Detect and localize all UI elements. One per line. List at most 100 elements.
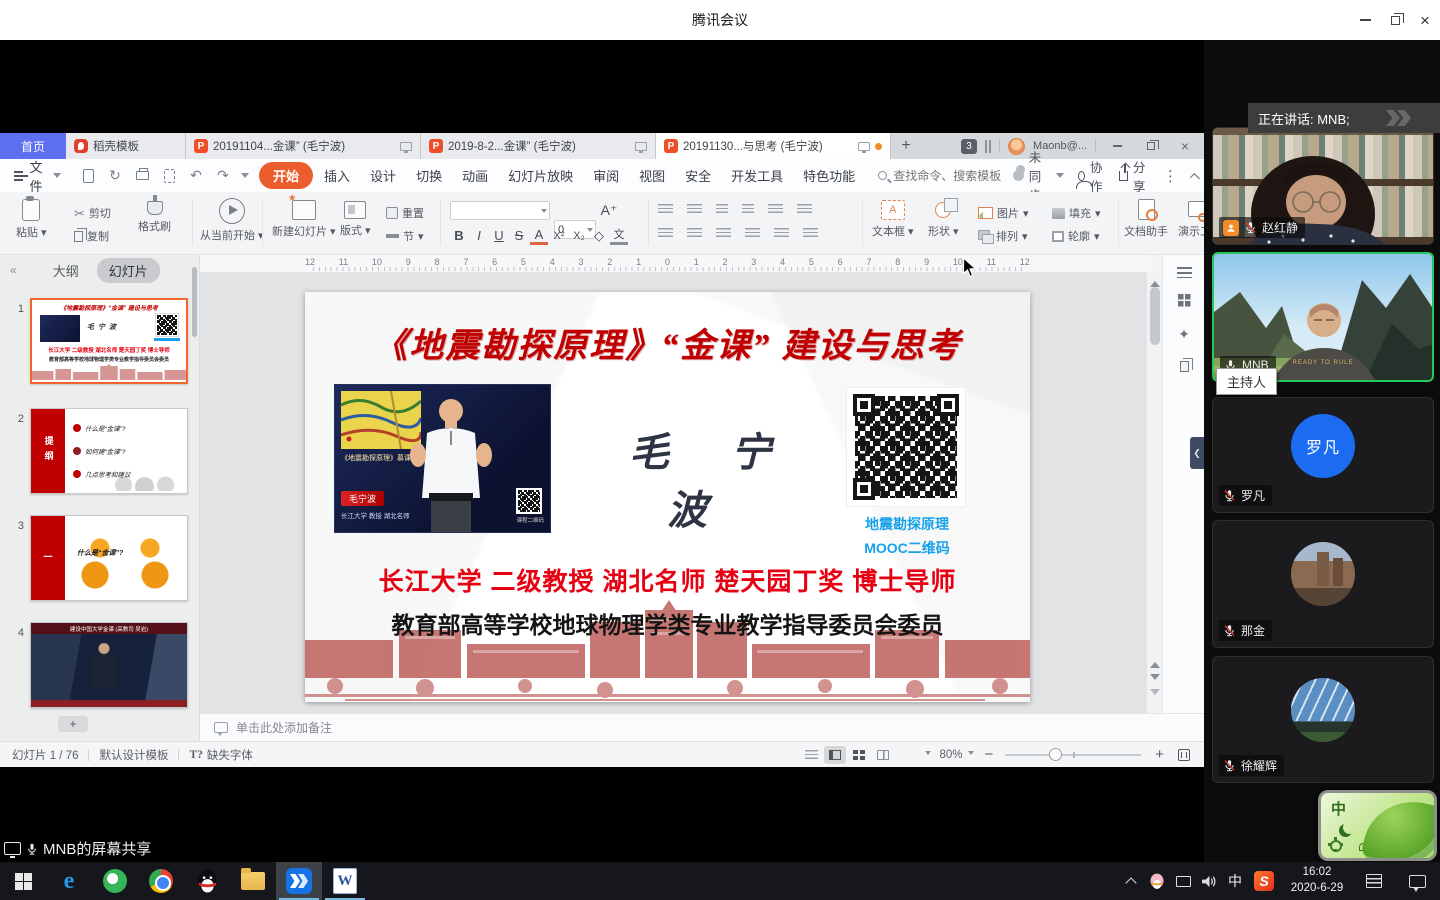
horizontal-ruler[interactable]: 1211109876543210123456789101112	[200, 255, 1146, 273]
tray-volume[interactable]	[1196, 862, 1222, 900]
more-options-button[interactable]: ⋮	[1163, 167, 1178, 185]
taskbar-tencent-meeting-active[interactable]	[276, 862, 322, 900]
notes-toggle-button[interactable]	[800, 746, 822, 764]
video-tile-najin[interactable]: 那金	[1212, 520, 1434, 648]
clipboard-pane-icon[interactable]	[1175, 357, 1193, 375]
taskbar-clock[interactable]: 16:02 2020-6-29	[1280, 865, 1354, 896]
tray-expand-button[interactable]	[1118, 862, 1144, 900]
restore-button[interactable]	[1380, 0, 1410, 40]
zoom-out-button[interactable]: −	[984, 746, 993, 763]
font-name-combo[interactable]	[450, 201, 550, 220]
taskbar-word-open[interactable]: W	[322, 862, 368, 900]
zoom-value[interactable]: 80%	[939, 749, 962, 761]
fit-screen-button[interactable]	[1178, 749, 1190, 761]
text-direction-icon[interactable]	[768, 204, 783, 215]
tray-sogou[interactable]: S	[1248, 862, 1280, 900]
template-name[interactable]: 默认设计模板	[99, 747, 168, 763]
fill-button[interactable]: 填充 ▾	[1052, 205, 1101, 221]
outline-tab[interactable]: 大纲	[53, 261, 79, 280]
minimize-button[interactable]	[1350, 0, 1380, 40]
more-chevron-icon[interactable]	[241, 173, 249, 182]
ime-widget[interactable]: 中	[1318, 790, 1437, 861]
tab-doc-1[interactable]: P 20191104...金课” (毛宁波)	[186, 133, 421, 159]
ribbon-tab-devtools[interactable]: 开发工具	[722, 162, 792, 189]
effects-icon[interactable]: ✦	[1175, 325, 1193, 343]
search-input[interactable]	[893, 169, 1013, 183]
new-tab-button[interactable]: +	[891, 133, 921, 159]
ime-mode-label[interactable]: 中	[1331, 798, 1346, 819]
action-center-button[interactable]	[1394, 862, 1440, 900]
font-name-input[interactable]	[454, 205, 546, 217]
tab-home[interactable]: 首页	[0, 133, 66, 159]
slide-thumbnail-4[interactable]: 建设中国大学金课 (高教司 吴岩)	[30, 622, 188, 708]
taskbar-explorer[interactable]	[230, 862, 276, 900]
decrease-indent-icon[interactable]	[716, 204, 728, 215]
pinyin-button[interactable]: 文	[610, 226, 628, 245]
increase-indent-icon[interactable]	[742, 204, 754, 215]
picture-button[interactable]: 图片 ▾	[978, 205, 1029, 221]
align-center-icon[interactable]	[687, 228, 702, 239]
ribbon-tab-home[interactable]: 开始	[259, 162, 313, 189]
tab-docer[interactable]: 稻壳模板	[66, 133, 186, 159]
previous-slide-button[interactable]	[1150, 657, 1160, 668]
collaborate-button[interactable]: 协作	[1078, 157, 1106, 195]
view-normal-button[interactable]	[824, 746, 846, 764]
add-slide-button[interactable]: +	[58, 716, 88, 732]
doc-assistant-button[interactable]: 文档助手	[1124, 199, 1168, 239]
video-tile-luofan[interactable]: 罗凡 罗凡	[1212, 397, 1434, 513]
collapse-panel-button[interactable]: «	[10, 263, 15, 277]
ribbon-tab-animation[interactable]: 动画	[453, 162, 497, 189]
slide-layout-icon[interactable]	[1175, 291, 1193, 309]
properties-icon[interactable]	[1175, 263, 1193, 281]
slide-thumbnail-3[interactable]: 一 什么是“金课”?	[30, 515, 188, 601]
clear-format-button[interactable]: ◇	[590, 228, 608, 244]
tab-doc-2[interactable]: P 2019-8-2...金课” (毛宁波)	[421, 133, 656, 159]
bold-button[interactable]: B	[450, 228, 468, 243]
strikethrough-button[interactable]: S	[510, 228, 528, 243]
distribute-icon[interactable]	[774, 228, 789, 239]
panel-scrollbar[interactable]	[192, 267, 197, 337]
ribbon-tab-slideshow[interactable]: 幻灯片放映	[499, 162, 582, 189]
copy-button[interactable]: 复制	[74, 228, 109, 244]
font-color-button[interactable]: A	[530, 227, 548, 245]
tray-annotate[interactable]	[1354, 862, 1394, 900]
new-slide-button[interactable]: 新建幻灯片 ▾	[272, 200, 336, 239]
ribbon-tab-security[interactable]: 安全	[676, 162, 720, 189]
underline-button[interactable]: U	[490, 228, 508, 243]
ribbon-tab-review[interactable]: 审阅	[584, 162, 628, 189]
command-search[interactable]	[878, 169, 1013, 183]
notes-bar[interactable]: 单击此处添加备注	[200, 713, 1204, 741]
gear-icon[interactable]	[1330, 840, 1342, 852]
cut-button[interactable]: ✂剪切	[74, 205, 111, 221]
shapes-button[interactable]: 形状 ▾	[928, 202, 959, 239]
scroll-up-icon[interactable]	[1150, 276, 1160, 287]
print-button[interactable]	[133, 167, 151, 185]
scroll-down-icon[interactable]	[1150, 689, 1160, 700]
layout-button[interactable]: 版式 ▾	[340, 201, 371, 238]
arrange-button[interactable]: 排列 ▾	[978, 228, 1028, 244]
tray-ime-indicator[interactable]: 中	[1222, 862, 1248, 900]
ribbon-tab-features[interactable]: 特色功能	[794, 162, 864, 189]
ribbon-tab-view[interactable]: 视图	[630, 162, 674, 189]
tray-network[interactable]	[1170, 862, 1196, 900]
redo-button[interactable]: ↷	[214, 167, 232, 185]
play-from-current-button[interactable]: 从当前开始 ▾	[200, 198, 264, 243]
italic-button[interactable]: I	[470, 228, 488, 243]
reset-button[interactable]: 重置	[386, 205, 424, 221]
zoom-slider-knob[interactable]	[1049, 748, 1062, 761]
slide-thumbnail-1[interactable]: 《地震勘探原理》“金课” 建设与思考 毛宁波 长江大学 二级教授 湖北名师 楚天…	[30, 298, 188, 384]
taskbar-chrome[interactable]	[138, 862, 184, 900]
taskbar-edge[interactable]: e	[46, 862, 92, 900]
slide-thumbnail-2[interactable]: 提纲 什么是“金课”? 如何建“金课”? 几点思考和建议	[30, 408, 188, 494]
share-button[interactable]: 分享	[1119, 157, 1149, 195]
taskbar-qq[interactable]	[184, 862, 230, 900]
zoom-in-button[interactable]: +	[1155, 746, 1164, 763]
close-button[interactable]: ×	[1410, 0, 1440, 40]
paste-button[interactable]: 粘贴 ▾	[16, 199, 47, 240]
ribbon-tab-transition[interactable]: 切换	[407, 162, 451, 189]
ribbon-tab-design[interactable]: 设计	[361, 162, 405, 189]
tray-qq[interactable]	[1144, 862, 1170, 900]
expand-pane-handle[interactable]: ❮	[1190, 437, 1204, 469]
numbered-list-icon[interactable]	[687, 204, 702, 215]
next-slide-button[interactable]	[1150, 674, 1160, 685]
